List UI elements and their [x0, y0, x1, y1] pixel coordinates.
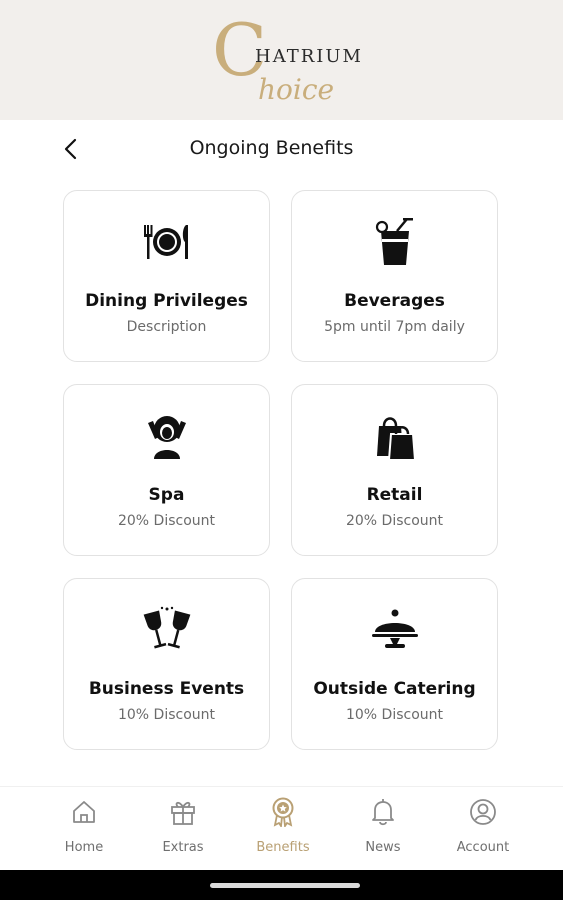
chatrium-choice-logo: C HATRIUM hoice [208, 14, 368, 115]
benefit-card-spa[interactable]: Spa 20% Discount [63, 384, 270, 556]
benefit-title: Retail [366, 485, 423, 505]
nav-label: News [365, 840, 401, 855]
brand-header: C HATRIUM hoice [0, 0, 563, 120]
benefit-subtitle: 5pm until 7pm daily [324, 319, 465, 335]
page-title: Ongoing Benefits [189, 137, 354, 159]
nav-item-benefits[interactable]: Benefits [238, 797, 328, 863]
food-cloche-icon [370, 605, 420, 655]
benefit-title: Outside Catering [313, 679, 476, 699]
spa-person-icon [142, 411, 192, 461]
nav-label: Account [456, 840, 510, 855]
home-indicator[interactable] [210, 883, 360, 888]
nav-item-home[interactable]: Home [39, 797, 129, 863]
nav-label: Home [64, 840, 104, 855]
system-navigation-bar [0, 870, 563, 900]
benefit-card-dining[interactable]: Dining Privileges Description [63, 190, 270, 362]
nav-item-account[interactable]: Account [438, 797, 528, 863]
benefit-title: Beverages [344, 291, 445, 311]
user-circle-icon [468, 797, 498, 827]
cocktail-glass-icon [370, 217, 420, 267]
gift-icon [168, 797, 198, 827]
benefit-title: Dining Privileges [85, 291, 248, 311]
benefit-card-outside-catering[interactable]: Outside Catering 10% Discount [291, 578, 498, 750]
logo-bottom-word: hoice [258, 73, 335, 106]
bottom-nav: Home Extras Benefits News Account [0, 786, 563, 870]
benefit-subtitle: 10% Discount [117, 707, 216, 723]
plate-cutlery-icon [142, 217, 192, 267]
benefit-card-retail[interactable]: Retail 20% Discount [291, 384, 498, 556]
bell-icon [368, 797, 398, 827]
benefit-title: Business Events [88, 679, 245, 699]
nav-item-news[interactable]: News [338, 797, 428, 863]
wine-glasses-toast-icon [142, 605, 192, 655]
nav-item-extras[interactable]: Extras [138, 797, 228, 863]
logo-top-word: HATRIUM [255, 46, 363, 67]
benefit-subtitle: 10% Discount [345, 707, 444, 723]
shopping-bags-icon [370, 411, 420, 461]
benefit-subtitle: 20% Discount [117, 513, 216, 529]
home-icon [69, 797, 99, 827]
benefit-card-business-events[interactable]: Business Events 10% Discount [63, 578, 270, 750]
benefit-subtitle: 20% Discount [345, 513, 444, 529]
nav-label: Extras [162, 840, 204, 855]
benefit-subtitle: Description [126, 319, 207, 335]
benefit-title: Spa [148, 485, 185, 505]
benefit-card-beverages[interactable]: Beverages 5pm until 7pm daily [291, 190, 498, 362]
top-bar: Ongoing Benefits [0, 120, 563, 178]
award-badge-icon [268, 797, 298, 827]
nav-label: Benefits [256, 840, 310, 855]
